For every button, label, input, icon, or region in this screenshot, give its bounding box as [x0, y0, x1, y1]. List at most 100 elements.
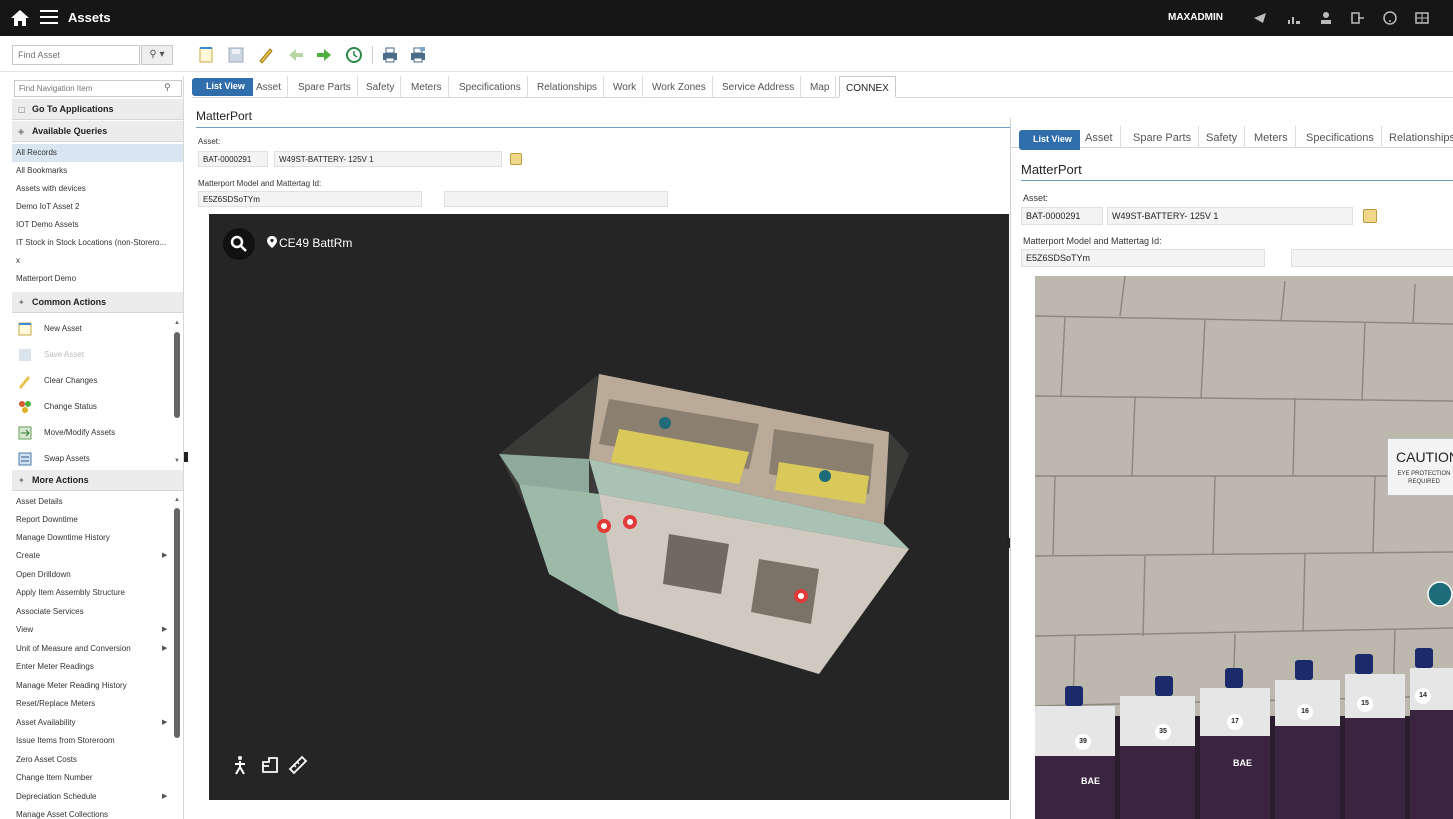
- tab-safety[interactable]: Safety: [1199, 126, 1246, 148]
- walk-mode-icon[interactable]: [229, 754, 251, 776]
- find-navigation-item-input[interactable]: [14, 80, 182, 97]
- common-actions-section[interactable]: ✦ Common Actions: [12, 292, 183, 313]
- tab-asset[interactable]: Asset: [1078, 126, 1121, 148]
- query-all-bookmarks[interactable]: All Bookmarks: [12, 162, 183, 180]
- query-matterport-demo[interactable]: Matterport Demo: [12, 270, 183, 288]
- more-asset-availability[interactable]: Asset Availability ▶: [12, 714, 183, 732]
- history-icon[interactable]: [344, 45, 364, 65]
- more-actions-scrollbar[interactable]: [174, 508, 180, 738]
- asset-id-field[interactable]: BAT-0000291: [1021, 207, 1103, 225]
- tab-list-view[interactable]: List View: [192, 78, 253, 96]
- action-swap-assets[interactable]: Swap Assets: [12, 446, 177, 472]
- tab-connex[interactable]: CONNEX: [839, 76, 896, 98]
- more-create[interactable]: Create ▶: [12, 547, 183, 565]
- action-clear-changes[interactable]: Clear Changes: [12, 368, 177, 394]
- long-description-icon[interactable]: [1363, 209, 1377, 223]
- matterport-viewer[interactable]: CE49 BattRm: [209, 214, 1009, 800]
- available-queries-section[interactable]: ◈ Available Queries: [12, 121, 183, 142]
- action-new-asset[interactable]: New Asset: [12, 316, 177, 342]
- find-asset-input[interactable]: [12, 45, 140, 65]
- query-it-stock[interactable]: IT Stock in Stock Locations (non-Storero…: [12, 234, 183, 252]
- menu-grid-icon[interactable]: [1414, 10, 1430, 26]
- more-reset-replace-meters[interactable]: Reset/Replace Meters: [12, 695, 183, 713]
- long-description-icon[interactable]: [510, 153, 522, 165]
- reports-icon[interactable]: [1286, 10, 1302, 26]
- more-report-downtime[interactable]: Report Downtime: [12, 511, 183, 529]
- matterport-model-field[interactable]: E5Z6SDSoTYm: [198, 191, 422, 207]
- tab-relationships[interactable]: Relationships: [531, 76, 605, 98]
- action-move-modify-assets[interactable]: Move/Modify Assets: [12, 420, 177, 446]
- more-actions-section[interactable]: ✦ More Actions: [12, 470, 183, 491]
- tab-map[interactable]: Map: [804, 76, 837, 98]
- user-name[interactable]: MAXADMIN: [1168, 12, 1223, 23]
- print-icon[interactable]: [380, 45, 400, 65]
- scroll-up-icon[interactable]: ▲: [174, 320, 180, 326]
- common-actions-scrollbar[interactable]: [174, 332, 180, 418]
- action-save-asset[interactable]: Save Asset: [12, 342, 177, 368]
- more-manage-downtime-history[interactable]: Manage Downtime History: [12, 529, 183, 547]
- tab-safety[interactable]: Safety: [360, 76, 402, 98]
- more-depreciation-schedule[interactable]: Depreciation Schedule ▶: [12, 788, 183, 806]
- tab-spare-parts[interactable]: Spare Parts: [1126, 126, 1200, 148]
- measure-tool-icon[interactable]: [287, 754, 309, 776]
- query-iot-demo-assets[interactable]: IOT Demo Assets: [12, 216, 183, 234]
- more-view[interactable]: View ▶: [12, 621, 183, 639]
- print-all-icon[interactable]: [408, 45, 428, 65]
- more-associate-services[interactable]: Associate Services: [12, 603, 183, 621]
- tab-specifications[interactable]: Specifications: [453, 76, 528, 98]
- tab-spare-parts[interactable]: Spare Parts: [292, 76, 358, 98]
- viewer-search-button[interactable]: [223, 228, 255, 260]
- splitter-handle[interactable]: [1006, 538, 1010, 548]
- find-asset-search-button[interactable]: ⚲ ▾: [141, 45, 173, 65]
- tab-list-view[interactable]: List View: [1019, 130, 1080, 150]
- tab-work-zones[interactable]: Work Zones: [646, 76, 713, 98]
- query-all-records[interactable]: All Records: [12, 144, 183, 162]
- more-open-drilldown[interactable]: Open Drilldown: [12, 566, 183, 584]
- dollhouse-model[interactable]: [489, 344, 929, 674]
- scroll-up-icon[interactable]: ▲: [174, 497, 180, 503]
- asset-description-field[interactable]: W49ST-BATTERY- 125V 1: [274, 151, 502, 167]
- go-to-applications-section[interactable]: ▢ Go To Applications: [12, 99, 183, 120]
- tab-service-address[interactable]: Service Address: [716, 76, 802, 98]
- query-assets-with-devices[interactable]: Assets with devices: [12, 180, 183, 198]
- more-change-item-number[interactable]: Change Item Number: [12, 769, 183, 787]
- action-change-status[interactable]: Change Status: [12, 394, 177, 420]
- mattertag-id-field[interactable]: [444, 191, 668, 207]
- tab-work[interactable]: Work: [607, 76, 644, 98]
- more-issue-items[interactable]: Issue Items from Storeroom: [12, 732, 183, 750]
- profile-icon[interactable]: [1318, 10, 1334, 26]
- asset-description-field[interactable]: W49ST-BATTERY- 125V 1: [1107, 207, 1353, 225]
- query-demo-iot-asset-2[interactable]: Demo IoT Asset 2: [12, 198, 183, 216]
- collapse-panel-handle[interactable]: [184, 452, 188, 462]
- more-unit-of-measure[interactable]: Unit of Measure and Conversion ▶: [12, 640, 183, 658]
- more-apply-item-assembly[interactable]: Apply Item Assembly Structure: [12, 584, 183, 602]
- tab-meters[interactable]: Meters: [405, 76, 449, 98]
- tab-relationships[interactable]: Relationships: [1382, 126, 1453, 148]
- matterport-model-field[interactable]: E5Z6SDSoTYm: [1021, 249, 1265, 267]
- more-manage-meter-reading-history[interactable]: Manage Meter Reading History: [12, 677, 183, 695]
- floor-plan-icon[interactable]: [259, 754, 281, 776]
- home-icon[interactable]: [10, 8, 30, 28]
- tab-asset[interactable]: Asset: [250, 76, 289, 98]
- next-record-icon[interactable]: [314, 45, 334, 65]
- tab-meters[interactable]: Meters: [1247, 126, 1296, 148]
- tab-specifications[interactable]: Specifications: [1299, 126, 1382, 148]
- query-x[interactable]: x: [12, 252, 183, 270]
- more-asset-details[interactable]: Asset Details: [12, 493, 183, 511]
- more-enter-meter-readings[interactable]: Enter Meter Readings: [12, 658, 183, 676]
- mattertag-id-field[interactable]: [1291, 249, 1453, 267]
- more-manage-asset-collections[interactable]: Manage Asset Collections: [12, 806, 183, 819]
- save-icon[interactable]: [226, 45, 246, 65]
- sign-out-icon[interactable]: [1350, 10, 1366, 26]
- battery-room-photo[interactable]: 39 35 17 16 15 14 BAE BAE CAUTION EYE PR…: [1035, 276, 1453, 819]
- clear-changes-icon[interactable]: [256, 45, 276, 65]
- previous-record-icon[interactable]: [286, 45, 306, 65]
- help-icon[interactable]: [1382, 10, 1398, 26]
- bulletin-icon[interactable]: [1252, 10, 1268, 26]
- scroll-down-icon[interactable]: ▼: [174, 458, 180, 464]
- asset-id-field[interactable]: BAT-0000291: [198, 151, 268, 167]
- new-record-icon[interactable]: [196, 45, 216, 65]
- hamburger-menu-icon[interactable]: [40, 10, 58, 26]
- more-zero-asset-costs[interactable]: Zero Asset Costs: [12, 751, 183, 769]
- search-icon[interactable]: ⚲: [164, 82, 176, 94]
